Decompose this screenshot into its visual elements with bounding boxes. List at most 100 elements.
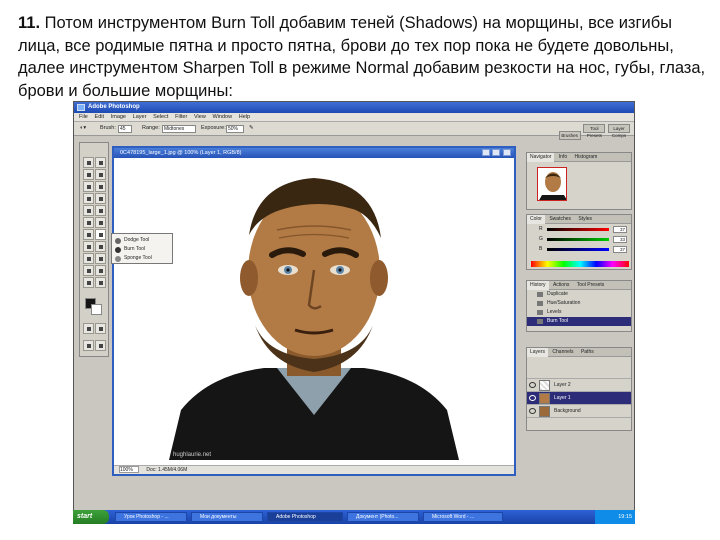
dodge-tool-icon[interactable] <box>95 229 106 240</box>
color-ramp[interactable] <box>531 261 629 267</box>
blue-value[interactable]: 37 <box>613 246 627 253</box>
slice-tool-icon[interactable] <box>95 181 106 192</box>
brush-size-field[interactable]: 45 <box>118 125 132 133</box>
start-button[interactable]: start <box>73 510 109 524</box>
blur-tool-icon[interactable] <box>83 229 94 240</box>
green-slider[interactable] <box>547 238 609 241</box>
brush-tool-icon[interactable] <box>95 193 106 204</box>
clone-stamp-icon[interactable] <box>83 205 94 216</box>
color-row-r: R 37 <box>527 224 631 234</box>
menu-select[interactable]: Select <box>153 113 168 122</box>
menu-image[interactable]: Image <box>111 113 126 122</box>
move-tool-icon[interactable] <box>83 157 94 168</box>
tab-navigator[interactable]: Navigator <box>527 153 555 162</box>
range-select[interactable]: Midtones <box>162 125 196 133</box>
tab-styles[interactable]: Styles <box>575 215 595 224</box>
healing-brush-icon[interactable] <box>83 193 94 204</box>
minimize-button[interactable] <box>481 149 490 156</box>
tab-layers[interactable]: Layers <box>527 348 549 357</box>
flyout-sponge-tool[interactable]: Sponge Tool <box>124 255 152 261</box>
blue-slider[interactable] <box>547 248 609 251</box>
maximize-button[interactable] <box>492 149 501 156</box>
tab-swatches[interactable]: Swatches <box>546 215 574 224</box>
zoom-tool-icon[interactable] <box>95 277 106 288</box>
history-item[interactable]: Duplicate <box>527 290 631 299</box>
menu-bar: File Edit Image Layer Select Filter View… <box>74 113 634 122</box>
channel-label-b: B <box>539 246 543 252</box>
red-value[interactable]: 37 <box>613 226 627 233</box>
taskbar-item[interactable]: Документ (Photo... <box>347 512 419 522</box>
tool-preset-icon[interactable]: ◐▾ <box>80 125 86 131</box>
gradient-tool-icon[interactable] <box>95 217 106 228</box>
tab-histogram[interactable]: Histogram <box>572 153 601 162</box>
eraser-tool-icon[interactable] <box>83 217 94 228</box>
type-tool-icon[interactable] <box>95 241 106 252</box>
brushes-button[interactable]: Brushes <box>558 131 581 140</box>
history-tabs: History Actions Tool Presets <box>527 281 631 290</box>
menu-help[interactable]: Help <box>239 113 250 122</box>
exposure-field[interactable]: 50% <box>226 125 244 133</box>
eyedropper-tool-icon[interactable] <box>95 265 106 276</box>
lasso-tool-icon[interactable] <box>83 169 94 180</box>
history-item-label: Duplicate <box>547 291 568 297</box>
layer-comps-button[interactable]: Layer Comps <box>608 124 630 138</box>
screen-mode-icon[interactable] <box>83 340 94 351</box>
zoom-field[interactable]: 100% <box>119 466 139 474</box>
burn-tool-icon <box>115 247 121 253</box>
history-item[interactable]: Levels <box>527 308 631 317</box>
tab-tool-presets[interactable]: Tool Presets <box>574 281 608 290</box>
channel-label-g: G <box>539 236 543 242</box>
standard-mode-icon[interactable] <box>95 323 106 334</box>
tab-info[interactable]: Info <box>556 153 570 162</box>
layer-row[interactable]: Background <box>527 405 631 418</box>
sponge-tool-icon <box>115 256 121 262</box>
magic-wand-icon[interactable] <box>95 169 106 180</box>
photoshop-icon <box>77 104 85 111</box>
taskbar-item[interactable]: Microsoft Word - ... <box>423 512 503 522</box>
menu-edit[interactable]: Edit <box>95 113 104 122</box>
background-color-swatch[interactable] <box>91 304 102 315</box>
layer-row[interactable]: Layer 2 <box>527 379 631 392</box>
menu-layer[interactable]: Layer <box>133 113 147 122</box>
pen-tool-icon[interactable] <box>83 253 94 264</box>
layer-row-selected[interactable]: Layer 1 <box>527 392 631 405</box>
hand-tool-icon[interactable] <box>83 277 94 288</box>
menu-filter[interactable]: Filter <box>175 113 187 122</box>
tab-paths[interactable]: Paths <box>578 348 597 357</box>
tool-presets-button[interactable]: Tool Presets <box>583 124 606 138</box>
eye-icon[interactable] <box>529 395 536 401</box>
menu-view[interactable]: View <box>194 113 206 122</box>
taskbar-item-active[interactable]: Adobe Photoshop <box>267 512 343 522</box>
tab-history[interactable]: History <box>527 281 549 290</box>
eye-icon[interactable] <box>529 382 536 388</box>
shape-tool-icon[interactable] <box>95 253 106 264</box>
menu-file[interactable]: File <box>79 113 88 122</box>
airbrush-icon[interactable]: ✎ <box>249 125 254 131</box>
notes-tool-icon[interactable] <box>83 265 94 276</box>
navigator-thumbnail[interactable] <box>537 167 567 201</box>
history-item-selected[interactable]: Burn Tool <box>527 317 631 326</box>
eye-icon[interactable] <box>529 408 536 414</box>
close-button[interactable] <box>503 149 511 156</box>
path-selection-icon[interactable] <box>83 241 94 252</box>
portrait-photo[interactable]: hughlaurie.net <box>169 160 459 460</box>
flyout-burn-tool[interactable]: Burn Tool <box>124 246 145 252</box>
quick-mask-icon[interactable] <box>83 323 94 334</box>
tab-channels[interactable]: Channels <box>549 348 576 357</box>
flyout-dodge-tool[interactable]: Dodge Tool <box>124 237 149 243</box>
tab-color[interactable]: Color <box>527 215 545 224</box>
history-item[interactable]: Hue/Saturation <box>527 299 631 308</box>
taskbar-item[interactable]: Урок Photoshop - ... <box>115 512 187 522</box>
document-title[interactable]: 0C478195_large_1.jpg @ 100% (Layer 1, RG… <box>114 148 514 158</box>
menu-window[interactable]: Window <box>212 113 232 122</box>
crop-tool-icon[interactable] <box>83 181 94 192</box>
history-brush-icon[interactable] <box>95 205 106 216</box>
jump-to-imageready-icon[interactable] <box>95 340 106 351</box>
green-value[interactable]: 33 <box>613 236 627 243</box>
red-slider[interactable] <box>547 228 609 231</box>
photo-watermark: hughlaurie.net <box>173 452 211 458</box>
history-state-icon <box>537 301 543 306</box>
marquee-tool-icon[interactable] <box>95 157 106 168</box>
tab-actions[interactable]: Actions <box>550 281 572 290</box>
taskbar-item[interactable]: Мои документы <box>191 512 263 522</box>
